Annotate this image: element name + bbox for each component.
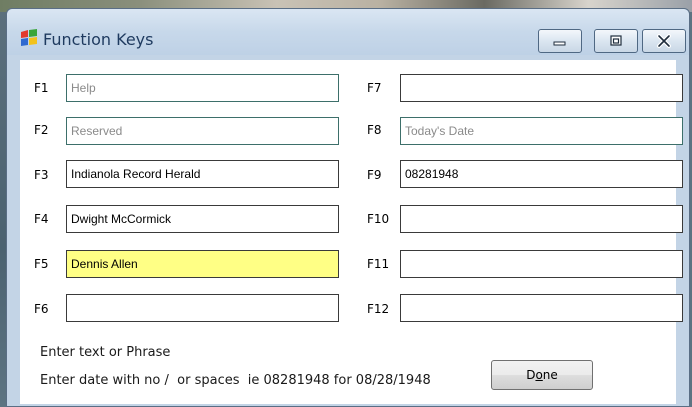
title-bar[interactable]: Function Keys: [7, 9, 689, 55]
windows-flag-icon: [21, 29, 37, 46]
close-button[interactable]: [642, 29, 686, 53]
close-icon: [657, 34, 671, 48]
key-label-f6: F6: [34, 302, 49, 316]
done-label-prefix: D: [526, 368, 536, 382]
hint-text-date: Enter date with no / or spaces ie 082819…: [40, 373, 431, 388]
f1-field[interactable]: Help: [66, 74, 339, 102]
f5-field[interactable]: Dennis Allen: [66, 250, 339, 278]
dialog-client-area: F1 F2 F3 F4 F5 F6 Help Reserved Indianol…: [20, 60, 683, 404]
done-button[interactable]: Do ne: [491, 360, 593, 390]
key-label-f5: F5: [34, 257, 49, 271]
key-label-f2: F2: [34, 123, 49, 137]
done-label-suffix: ne: [542, 368, 558, 382]
f3-field[interactable]: Indianola Record Herald: [66, 160, 339, 188]
key-label-f12: F12: [367, 302, 390, 316]
key-label-f11: F11: [367, 257, 390, 271]
minimize-icon: [553, 41, 566, 46]
key-label-f8: F8: [367, 123, 382, 137]
key-label-f10: F10: [367, 212, 390, 226]
maximize-button[interactable]: [594, 29, 638, 53]
f9-field[interactable]: 08281948: [400, 160, 683, 188]
function-keys-window: Function Keys F1 F2 F3 F4 F5 F6 Help Res…: [6, 8, 690, 407]
key-label-f4: F4: [34, 212, 49, 226]
f4-field[interactable]: Dwight McCormick: [66, 205, 339, 233]
f10-field[interactable]: [400, 205, 683, 233]
key-label-f1: F1: [34, 81, 49, 95]
f11-field[interactable]: [400, 250, 683, 278]
done-label-mnemonic: o: [535, 368, 543, 382]
maximize-icon: [610, 35, 622, 46]
key-label-f7: F7: [367, 81, 382, 95]
minimize-button[interactable]: [538, 29, 582, 53]
f6-field[interactable]: [66, 294, 339, 322]
key-label-f3: F3: [34, 168, 49, 182]
hint-text-phrase: Enter text or Phrase: [40, 345, 171, 360]
f12-field[interactable]: [400, 294, 683, 322]
f2-field[interactable]: Reserved: [66, 117, 339, 145]
key-label-f9: F9: [367, 168, 382, 182]
window-title: Function Keys: [43, 30, 154, 49]
f8-field[interactable]: Today's Date: [400, 117, 683, 145]
f7-field[interactable]: [400, 74, 683, 102]
